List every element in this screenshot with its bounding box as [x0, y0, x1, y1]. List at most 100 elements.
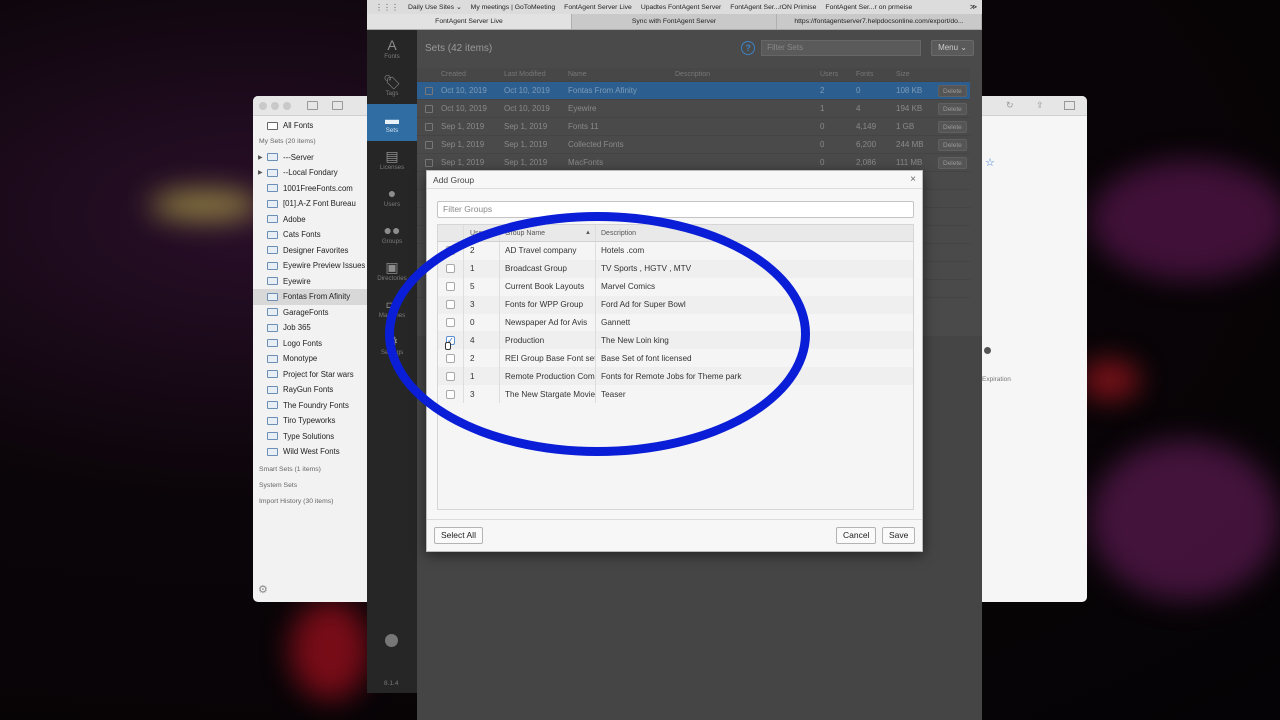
- header-cell[interactable]: Description: [675, 71, 820, 78]
- apps-grid-icon[interactable]: ⋮⋮⋮: [375, 3, 399, 12]
- sidebar-item-set[interactable]: ▶ ---Server: [253, 150, 383, 166]
- sidebar-item-set[interactable]: Fontas From Afinity: [253, 289, 383, 305]
- row-checkbox[interactable]: [425, 158, 433, 167]
- bookmark-item[interactable]: My meetings | GoToMeeting: [471, 4, 556, 11]
- header-users[interactable]: Use: [464, 225, 500, 241]
- group-checkbox[interactable]: [446, 282, 455, 292]
- nav-item-groups[interactable]: ●● Groups: [367, 215, 417, 252]
- select-all-button[interactable]: Select All: [434, 527, 483, 544]
- user-avatar-icon[interactable]: [385, 634, 398, 647]
- nav-item-fonts[interactable]: A Fonts: [367, 30, 417, 67]
- sidebar-item-set[interactable]: Cats Fonts: [253, 227, 383, 243]
- delete-button[interactable]: Delete: [938, 120, 967, 133]
- disclosure-triangle-icon[interactable]: ▶: [258, 169, 267, 176]
- delete-button[interactable]: Delete: [938, 84, 967, 97]
- group-row[interactable]: 1 Broadcast Group TV Sports , HGTV , MTV: [438, 259, 913, 278]
- gear-icon[interactable]: ⚙: [258, 583, 268, 596]
- row-checkbox[interactable]: [425, 140, 433, 149]
- menu-button[interactable]: Menu ⌄: [931, 40, 974, 56]
- sidebar-section-system-sets[interactable]: System Sets: [253, 478, 383, 494]
- browser-tab[interactable]: Sync with FontAgent Server: [572, 14, 777, 29]
- group-row[interactable]: 5 Current Book Layouts Marvel Comics: [438, 277, 913, 296]
- sidebar-section-import-history[interactable]: Import History (30 items): [253, 494, 383, 510]
- share-icon[interactable]: ⇪: [1036, 100, 1044, 111]
- nav-item-licenses[interactable]: ▤ Licenses: [367, 141, 417, 178]
- delete-button[interactable]: Delete: [938, 102, 967, 115]
- group-row[interactable]: 3 Fonts for WPP Group Ford Ad for Super Bo…: [438, 295, 913, 314]
- help-icon[interactable]: ?: [741, 41, 756, 55]
- delete-button[interactable]: Delete: [938, 138, 967, 151]
- header-description[interactable]: Description: [596, 225, 913, 241]
- sidebar-item-set[interactable]: Designer Favorites: [253, 243, 383, 259]
- cancel-button[interactable]: Cancel: [836, 527, 877, 544]
- close-icon[interactable]: ×: [910, 174, 916, 185]
- header-cell[interactable]: Fonts: [856, 71, 896, 78]
- bookmark-item[interactable]: FontAgent Ser...rON Primise: [730, 4, 816, 11]
- more-bookmarks-icon[interactable]: ≫: [970, 3, 977, 11]
- nav-item-machines[interactable]: ▭ Machines: [367, 289, 417, 326]
- group-checkbox[interactable]: [446, 389, 455, 399]
- bookmark-item[interactable]: FontAgent Server Live: [564, 4, 632, 11]
- group-checkbox[interactable]: [446, 264, 455, 274]
- group-checkbox[interactable]: [446, 371, 455, 381]
- nav-item-settings[interactable]: ⚙ Settings: [367, 326, 417, 363]
- sidebar-item-set[interactable]: Wild West Fonts: [253, 444, 383, 460]
- sidebar-item-set[interactable]: ▶ --Local Fondary: [253, 165, 383, 181]
- sidebar-item-set[interactable]: Type Solutions: [253, 429, 383, 445]
- header-cell[interactable]: Size: [896, 71, 932, 78]
- group-row[interactable]: ✓ 4 Production The New Loin king: [438, 331, 913, 350]
- nav-item-directories[interactable]: ▣ Directories: [367, 252, 417, 289]
- group-row[interactable]: 1 Remote Production Com Fonts for Remote J…: [438, 367, 913, 386]
- sidebar-item-set[interactable]: Tiro Typeworks: [253, 413, 383, 429]
- table-row[interactable]: Oct 10, 2019 Oct 10, 2019 Fontas From Afin…: [417, 82, 970, 100]
- disclosure-triangle-icon[interactable]: ▶: [258, 154, 267, 161]
- group-row[interactable]: 0 Newspaper Ad for Avis Gannett: [438, 313, 913, 332]
- header-cell[interactable]: Created: [441, 71, 504, 78]
- sidebar-icon[interactable]: [1064, 101, 1075, 110]
- nav-item-users[interactable]: ● Users: [367, 178, 417, 215]
- group-checkbox[interactable]: [446, 246, 455, 256]
- browser-tab[interactable]: https://fontagentserver7.helpdocsonline.…: [777, 14, 982, 29]
- sidebar-item-set[interactable]: GarageFonts: [253, 305, 383, 321]
- sidebar-item-all-fonts[interactable]: All Fonts: [253, 118, 383, 134]
- zoom-window-button[interactable]: [283, 101, 291, 110]
- sidebar-item-set[interactable]: [01].A-Z Font Bureau: [253, 196, 383, 212]
- table-row[interactable]: Sep 1, 2019 Sep 1, 2019 Collected Fonts 0 6,…: [417, 136, 970, 154]
- sidebar-item-set[interactable]: Adobe: [253, 212, 383, 228]
- header-group-name[interactable]: Group Name ▲: [500, 225, 596, 241]
- minimize-window-button[interactable]: [271, 101, 279, 110]
- sidebar-item-set[interactable]: Eyewire: [253, 274, 383, 290]
- delete-button[interactable]: Delete: [938, 156, 967, 169]
- close-window-button[interactable]: [259, 101, 267, 110]
- sidebar-item-set[interactable]: RayGun Fonts: [253, 382, 383, 398]
- row-checkbox[interactable]: [425, 104, 433, 113]
- sidebar-item-set[interactable]: Monotype: [253, 351, 383, 367]
- sidebar-toggle-icon[interactable]: [307, 101, 318, 110]
- bookmark-item[interactable]: Daily Use Sites ⌄: [408, 3, 462, 11]
- sidebar-item-set[interactable]: Logo Fonts: [253, 336, 383, 352]
- sidebar-item-set[interactable]: Job 365: [253, 320, 383, 336]
- filter-groups-input[interactable]: Filter Groups: [437, 201, 914, 218]
- table-row[interactable]: Oct 10, 2019 Oct 10, 2019 Eyewire 1 4 194 KB D…: [417, 100, 970, 118]
- row-checkbox[interactable]: [425, 86, 433, 95]
- group-checkbox[interactable]: [446, 318, 455, 327]
- header-cell[interactable]: Users: [820, 71, 856, 78]
- filter-sets-input[interactable]: Filter Sets: [761, 40, 922, 56]
- sidebar-item-set[interactable]: 1001FreeFonts.com: [253, 181, 383, 197]
- group-row[interactable]: 3 The New Stargate Movie Teaser: [438, 385, 913, 404]
- table-row[interactable]: Sep 1, 2019 Sep 1, 2019 Fonts 11 0 4,149 1 GB…: [417, 118, 970, 136]
- star-icon[interactable]: ☆: [985, 156, 995, 169]
- search-icon[interactable]: [984, 347, 991, 354]
- group-checkbox[interactable]: [446, 300, 455, 310]
- nav-item-tags[interactable]: 🏷 Tags: [367, 67, 417, 104]
- reload-icon[interactable]: ↻: [1006, 100, 1014, 111]
- header-cell[interactable]: Name: [568, 71, 675, 78]
- nav-item-sets[interactable]: ▬ Sets: [367, 104, 417, 141]
- save-button[interactable]: Save: [882, 527, 916, 544]
- bookmark-item[interactable]: FontAgent Ser...r on prmeise: [825, 4, 912, 11]
- sidebar-item-set[interactable]: Eyewire Preview Issues: [253, 258, 383, 274]
- sidebar-section-smart-sets[interactable]: Smart Sets (1 items): [253, 462, 383, 478]
- group-checkbox[interactable]: [446, 353, 455, 363]
- row-checkbox[interactable]: [425, 122, 433, 131]
- group-row[interactable]: 2 REI Group Base Font set Base Set of font…: [438, 349, 913, 368]
